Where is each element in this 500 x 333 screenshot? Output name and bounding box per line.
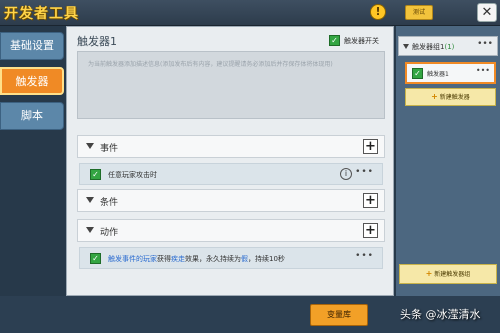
watermark: 头条 @冰滢清水	[400, 308, 481, 321]
collapse-triangle-icon[interactable]	[403, 44, 409, 49]
checkbox-icon[interactable]: ✓	[412, 68, 423, 79]
more-icon[interactable]: •••	[477, 39, 493, 49]
trigger-editor-panel: 触发器1 ✓ 触发器开关 为当前触发器添加描述信息(添加发布后有内容，建议提醒请…	[66, 26, 394, 296]
test-button[interactable]: 测试	[405, 5, 433, 20]
add-event-button[interactable]: +	[363, 139, 378, 154]
trigger-item-label: 触发器1	[427, 71, 449, 78]
add-condition-button[interactable]: +	[363, 193, 378, 208]
title-bar: 开发者工具 ! 测试 ✕	[0, 0, 500, 26]
checkbox-icon[interactable]: ✓	[329, 35, 340, 46]
action-entry-text: 触发事件的玩家获得疾走效果，永久持续为假，持续10秒	[108, 255, 285, 263]
plus-icon: +	[431, 92, 438, 101]
action-entry[interactable]: ✓ 触发事件的玩家获得疾走效果，永久持续为假，持续10秒 •••	[79, 247, 383, 269]
collapse-triangle-icon[interactable]	[86, 227, 94, 233]
action-param-bool[interactable]: 假	[241, 255, 248, 263]
action-param-effect[interactable]: 疾走	[171, 255, 185, 263]
add-action-button[interactable]: +	[363, 223, 378, 238]
description-field[interactable]: 为当前触发器添加描述信息(添加发布后有内容，建议提醒请务必添加后并存保存体将体现…	[77, 51, 385, 119]
checkbox-icon[interactable]: ✓	[90, 169, 101, 180]
event-entry-text: 任意玩家攻击时	[108, 171, 157, 179]
section-condition[interactable]: 条件 +	[77, 189, 385, 212]
more-icon[interactable]: •••	[476, 66, 490, 75]
app-title: 开发者工具	[4, 6, 79, 22]
variable-library-button[interactable]: 变量库	[310, 304, 368, 326]
close-icon[interactable]: ✕	[477, 3, 497, 22]
trigger-list-panel: 触发器组1(1) ••• ✓ 触发器1 ••• + 新建触发器 + 新建触发器组	[396, 26, 500, 296]
info-icon[interactable]: i	[340, 168, 352, 180]
more-icon[interactable]: •••	[355, 167, 374, 177]
section-condition-label: 条件	[100, 198, 119, 208]
trigger-list-item[interactable]: ✓ 触发器1 •••	[405, 62, 496, 84]
collapse-triangle-icon[interactable]	[86, 143, 94, 149]
warning-icon[interactable]: !	[370, 4, 386, 20]
nav-item-scripts[interactable]: 脚本	[0, 102, 64, 130]
trigger-switch-label: 触发器开关	[344, 36, 379, 45]
event-entry[interactable]: ✓ 任意玩家攻击时 i •••	[79, 163, 383, 185]
nav-item-triggers[interactable]: 触发器	[0, 67, 64, 95]
new-trigger-group-button[interactable]: + 新建触发器组	[399, 264, 497, 284]
collapse-triangle-icon[interactable]	[86, 197, 94, 203]
section-action[interactable]: 动作 +	[77, 219, 385, 242]
more-icon[interactable]: •••	[355, 251, 374, 261]
trigger-switch[interactable]: ✓ 触发器开关	[329, 35, 379, 46]
trigger-name[interactable]: 触发器1	[77, 33, 117, 49]
trigger-group-label: 触发器组1(1)	[412, 43, 455, 51]
left-nav: 基础设置 触发器 脚本	[0, 32, 66, 137]
nav-item-basic-settings[interactable]: 基础设置	[0, 32, 64, 60]
section-event[interactable]: 事件 +	[77, 135, 385, 158]
new-trigger-button[interactable]: + 新建触发器	[405, 88, 496, 106]
description-placeholder: 为当前触发器添加描述信息(添加发布后有内容，建议提醒请务必添加后并存保存体将体现…	[88, 61, 333, 68]
trigger-group-header[interactable]: 触发器组1(1) •••	[398, 36, 498, 56]
section-action-label: 动作	[100, 228, 119, 238]
plus-icon: +	[425, 269, 433, 278]
checkbox-icon[interactable]: ✓	[90, 253, 101, 264]
action-param-player[interactable]: 触发事件的玩家	[108, 255, 157, 263]
section-event-label: 事件	[100, 144, 119, 154]
